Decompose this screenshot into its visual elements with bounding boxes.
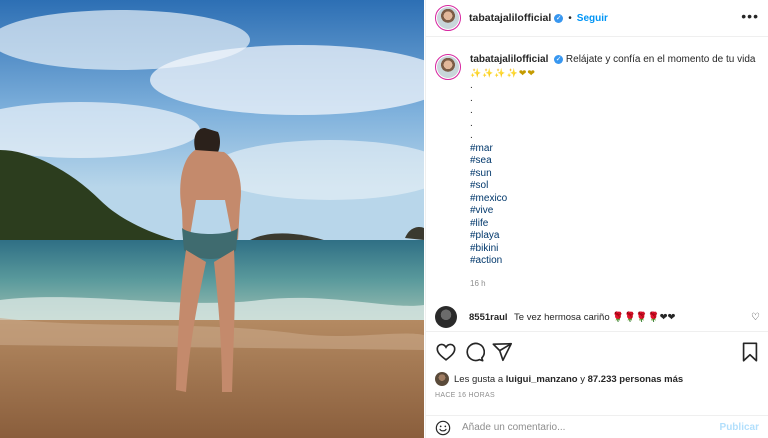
- likes-joiner: y: [580, 373, 585, 385]
- hashtag-link[interactable]: #vive: [470, 205, 760, 218]
- hashtag-link[interactable]: #mexico: [470, 193, 760, 206]
- publish-button[interactable]: Publicar: [720, 422, 759, 433]
- follow-button[interactable]: Seguir: [577, 13, 608, 24]
- post-actions: Les gusta a luigui_manzano y 87.233 pers…: [426, 331, 768, 438]
- caption-dots: . . . . .: [470, 80, 760, 143]
- caption-timestamp[interactable]: 16 h: [470, 278, 760, 291]
- caption-dot: .: [470, 117, 473, 129]
- verified-badge-icon: ✓: [554, 13, 564, 23]
- beach-photo-illustration: [0, 0, 424, 438]
- likes-count[interactable]: 87.233 personas más: [588, 374, 684, 385]
- separator-dot: •: [568, 12, 572, 24]
- hashtag-link[interactable]: #action: [470, 255, 760, 268]
- caption-dot: .: [470, 130, 473, 141]
- comment-item: 8551raul Te vez hermosa cariño 🌹🌹🌹🌹❤❤ ♡: [435, 306, 760, 328]
- likes-summary: Les gusta a luigui_manzano y 87.233 pers…: [435, 372, 683, 386]
- caption-dot: .: [470, 80, 473, 91]
- post-header: tabatajalilofficial ✓ • Seguir •••: [426, 0, 768, 37]
- author-avatar[interactable]: [435, 5, 461, 31]
- liker-username[interactable]: luigui_manzano: [506, 374, 578, 385]
- add-comment-bar: Publicar: [426, 415, 768, 438]
- commenter-avatar[interactable]: [435, 306, 457, 328]
- liker-avatar[interactable]: [435, 372, 449, 386]
- caption-body: tabatajalilofficial ✓ Relájate y confía …: [470, 54, 760, 290]
- comment-text: Te vez hermosa cariño: [514, 311, 610, 323]
- hashtag-link[interactable]: #sol: [470, 180, 760, 193]
- caption-dot: .: [470, 92, 473, 104]
- more-options-icon[interactable]: •••: [741, 9, 759, 23]
- comments-section: tabatajalilofficial ✓ Relájate y confía …: [426, 37, 768, 331]
- like-icon[interactable]: [435, 341, 457, 363]
- caption: tabatajalilofficial ✓ Relájate y confía …: [435, 54, 760, 290]
- save-bookmark-icon[interactable]: [739, 341, 761, 363]
- hashtag-link[interactable]: #sea: [470, 155, 760, 168]
- action-icons: [435, 341, 519, 363]
- post-time-ago[interactable]: HACE 16 HORAS: [435, 392, 495, 399]
- commenter-username[interactable]: 8551raul: [469, 312, 508, 323]
- hashtag-link[interactable]: #mar: [470, 143, 760, 156]
- caption-sparkle-emojis: ✨✨✨✨: [470, 67, 519, 78]
- caption-avatar[interactable]: [435, 54, 461, 80]
- comment-body: 8551raul Te vez hermosa cariño 🌹🌹🌹🌹❤❤: [469, 312, 675, 323]
- comment-input[interactable]: [462, 422, 702, 433]
- hashtag-link[interactable]: #sun: [470, 168, 760, 181]
- caption-heart-emojis: ❤❤: [518, 67, 536, 78]
- emoji-smiley-icon[interactable]: [435, 420, 451, 436]
- comment-icon[interactable]: [463, 341, 486, 363]
- comment-like-icon[interactable]: ♡: [751, 312, 760, 323]
- verified-badge-icon: ✓: [554, 54, 564, 64]
- hashtag-link[interactable]: #bikini: [470, 243, 760, 256]
- post-photo[interactable]: [0, 0, 424, 438]
- likes-prefix: Les gusta a: [454, 373, 504, 385]
- hashtag-list: #mar #sea #sun #sol #mexico #vive #life …: [470, 143, 760, 268]
- caption-username[interactable]: tabatajalilofficial: [470, 54, 548, 65]
- comment-emojis: 🌹🌹🌹🌹❤❤: [612, 311, 676, 323]
- caption-text: Relájate y confía en el momento de tu vi…: [565, 54, 756, 65]
- share-icon[interactable]: [491, 341, 513, 363]
- hashtag-link[interactable]: #life: [470, 218, 760, 231]
- post-panel: tabatajalilofficial ✓ • Seguir ••• tabat…: [425, 0, 768, 438]
- hashtag-link[interactable]: #playa: [470, 230, 760, 243]
- author-username[interactable]: tabatajalilofficial: [469, 12, 551, 24]
- caption-dot: .: [470, 105, 473, 116]
